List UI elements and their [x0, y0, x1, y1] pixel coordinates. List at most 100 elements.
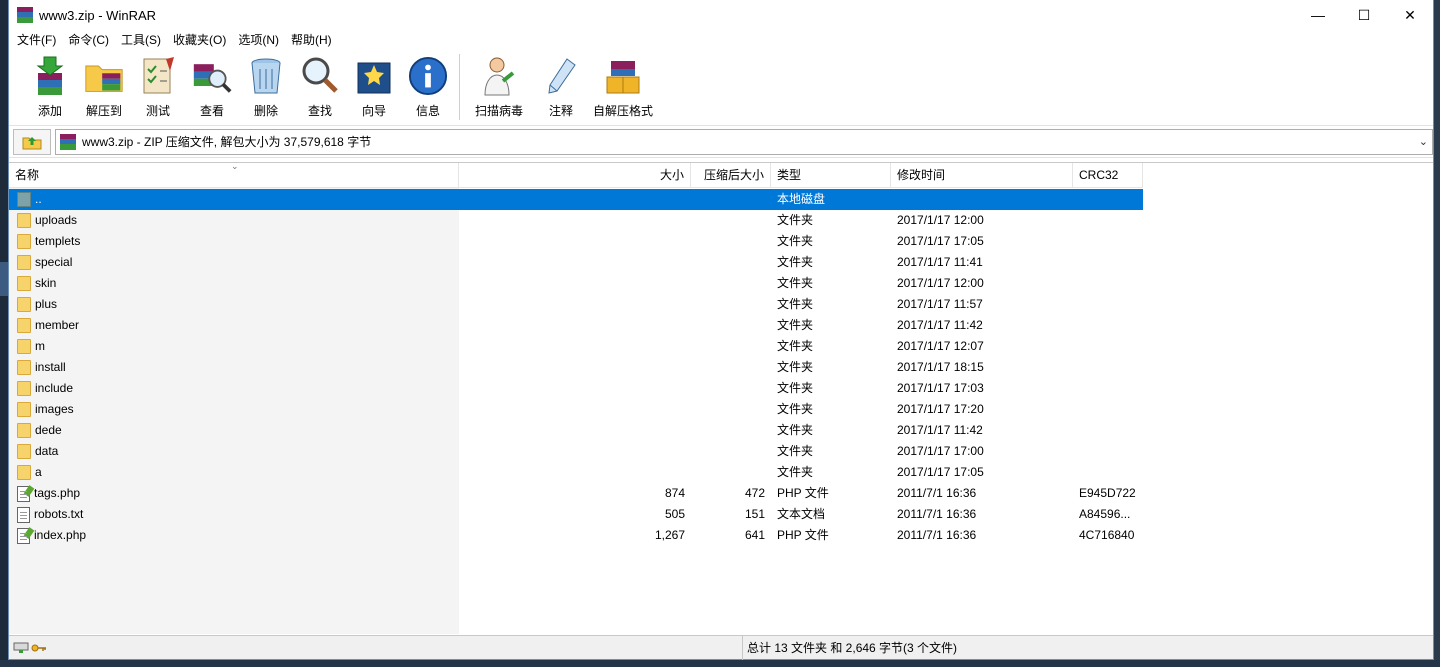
folder-icon	[17, 444, 31, 459]
file-crc: E945D722	[1079, 486, 1136, 500]
file-name-cell: dede	[9, 420, 459, 441]
column-header-name[interactable]: ⌄ 名称	[9, 161, 459, 188]
file-name: data	[35, 444, 59, 458]
delete-button[interactable]: 删除	[239, 50, 293, 119]
extract-to-button[interactable]: 解压到	[77, 50, 131, 119]
folder-icon	[17, 360, 31, 375]
parent-folder-row[interactable]: .. 本地磁盘	[9, 189, 1143, 210]
file-name: images	[35, 402, 74, 416]
info-icon	[408, 54, 448, 98]
file-row[interactable]: install 文件夹 2017/1/17 18:15	[9, 357, 1143, 378]
file-row[interactable]: skin 文件夹 2017/1/17 12:00	[9, 273, 1143, 294]
file-row[interactable]: robots.txt 505 151 文本文档 2011/7/1 16:36 A84596…	[9, 504, 1143, 525]
file-name-cell: robots.txt	[9, 504, 459, 525]
file-name-cell: m	[9, 336, 459, 357]
column-header-packed[interactable]: 压缩后大小	[691, 163, 771, 188]
file-row[interactable]: plus 文件夹 2017/1/17 11:57	[9, 294, 1143, 315]
file-name: robots.txt	[34, 507, 84, 521]
folder-icon	[17, 276, 31, 291]
file-type: 文件夹	[777, 297, 814, 311]
file-row[interactable]: templets 文件夹 2017/1/17 17:05	[9, 231, 1143, 252]
find-button[interactable]: 查找	[293, 50, 347, 119]
file-name-cell: special	[9, 252, 459, 273]
file-crc	[1073, 399, 1143, 420]
column-header-size[interactable]: 大小	[459, 163, 691, 188]
file-row[interactable]: special 文件夹 2017/1/17 11:41	[9, 252, 1143, 273]
file-row[interactable]: tags.php 874 472 PHP 文件 2011/7/1 16:36 E945D7…	[9, 483, 1143, 504]
test-label: 测试	[145, 104, 170, 118]
file-row[interactable]: a 文件夹 2017/1/17 17:05	[9, 462, 1143, 483]
wizard-button[interactable]: 向导	[347, 50, 401, 119]
test-button[interactable]: 测试	[131, 50, 185, 119]
sort-indicator-icon: ⌄	[231, 161, 239, 171]
title-bar[interactable]: www3.zip - WinRAR — ☐ ✕	[9, 0, 1433, 30]
file-name-cell: tags.php	[9, 483, 459, 504]
menu-tools[interactable]: 工具(S)	[115, 30, 167, 50]
column-header-crc[interactable]: CRC32	[1073, 163, 1143, 188]
menu-options[interactable]: 选项(N)	[232, 30, 285, 50]
file-crc	[1073, 294, 1143, 315]
file-modified: 2017/1/17 11:42	[897, 318, 983, 332]
file-type: PHP 文件	[777, 528, 829, 542]
column-header-modified[interactable]: 修改时间	[891, 163, 1073, 188]
file-modified: 2017/1/17 12:00	[897, 276, 984, 290]
file-packed-size	[691, 462, 771, 483]
file-modified: 2011/7/1 16:36	[897, 486, 977, 500]
up-folder-button[interactable]	[13, 128, 51, 155]
info-button[interactable]: 信息	[401, 50, 455, 119]
file-row[interactable]: index.php 1,267 641 PHP 文件 2011/7/1 16:36 4C7…	[9, 525, 1143, 546]
file-name-cell: templets	[9, 231, 459, 252]
file-row[interactable]: dede 文件夹 2017/1/17 11:42	[9, 420, 1143, 441]
file-name-cell: index.php	[9, 525, 459, 546]
maximize-button[interactable]: ☐	[1341, 0, 1387, 30]
menu-help[interactable]: 帮助(H)	[285, 30, 338, 50]
menu-file[interactable]: 文件(F)	[11, 30, 62, 50]
file-packed-size: 641	[744, 528, 765, 542]
file-name-cell: ..	[9, 189, 459, 210]
file-row[interactable]: uploads 文件夹 2017/1/17 12:00	[9, 210, 1143, 231]
virus-scan-label: 扫描病毒	[474, 104, 523, 118]
file-crc	[1073, 315, 1143, 336]
comment-button[interactable]: 注释	[534, 50, 588, 119]
virus-scan-button[interactable]: 扫描病毒	[464, 50, 534, 119]
file-list-header: ⌄ 名称 大小 压缩后大小 类型 修改时间 CRC32	[9, 161, 1143, 188]
file-name: templets	[35, 234, 81, 248]
file-size: 874	[664, 486, 685, 500]
add-button[interactable]: 添加	[23, 50, 77, 119]
up-folder-icon	[22, 136, 42, 149]
close-button[interactable]: ✕	[1387, 0, 1433, 30]
taskbar-edge	[0, 660, 1440, 667]
menu-favorites[interactable]: 收藏夹(O)	[167, 30, 232, 50]
status-bar: 总计 13 文件夹 和 2,646 字节(3 个文件)	[9, 635, 1433, 660]
file-name: a	[35, 465, 42, 479]
view-button[interactable]: 查看	[185, 50, 239, 119]
test-icon	[138, 54, 178, 98]
toolbar: 添加 解压到 测试 查看 删除 查找 向导 信息 扫描病毒 注释 自解压格式	[9, 50, 1433, 126]
menu-commands[interactable]: 命令(C)	[62, 30, 115, 50]
minimize-button[interactable]: —	[1295, 0, 1341, 30]
column-header-type[interactable]: 类型	[771, 163, 891, 188]
menu-bar: 文件(F) 命令(C) 工具(S) 收藏夹(O) 选项(N) 帮助(H)	[9, 30, 1433, 50]
file-row[interactable]: data 文件夹 2017/1/17 17:00	[9, 441, 1143, 462]
php-file-icon	[17, 485, 30, 502]
file-crc	[1073, 210, 1143, 231]
file-row[interactable]: include 文件夹 2017/1/17 17:03	[9, 378, 1143, 399]
sfx-button[interactable]: 自解压格式	[588, 50, 658, 119]
file-row[interactable]: images 文件夹 2017/1/17 17:20	[9, 399, 1143, 420]
php-file-icon	[17, 527, 30, 544]
file-rows: .. 本地磁盘 uploads 文件夹 2017/1/17 12:00 templets 文…	[9, 189, 1143, 546]
file-row[interactable]: m 文件夹 2017/1/17 12:07	[9, 336, 1143, 357]
file-row[interactable]: member 文件夹 2017/1/17 11:42	[9, 315, 1143, 336]
file-size	[459, 252, 691, 273]
file-size	[459, 462, 691, 483]
file-packed-size	[691, 210, 771, 231]
file-list: ⌄ 名称 大小 压缩后大小 类型 修改时间 CRC32 .. 本地磁盘 upload…	[9, 161, 1433, 634]
chevron-down-icon[interactable]: ⌄	[1419, 135, 1428, 148]
file-name-cell: uploads	[9, 210, 459, 231]
file-size	[459, 294, 691, 315]
file-crc: 4C716840	[1079, 528, 1135, 542]
view-icon	[192, 54, 232, 98]
file-packed-size	[691, 294, 771, 315]
archive-path-dropdown[interactable]: www3.zip - ZIP 压缩文件, 解包大小为 37,579,618 字节…	[55, 128, 1433, 155]
file-name: skin	[35, 276, 57, 290]
